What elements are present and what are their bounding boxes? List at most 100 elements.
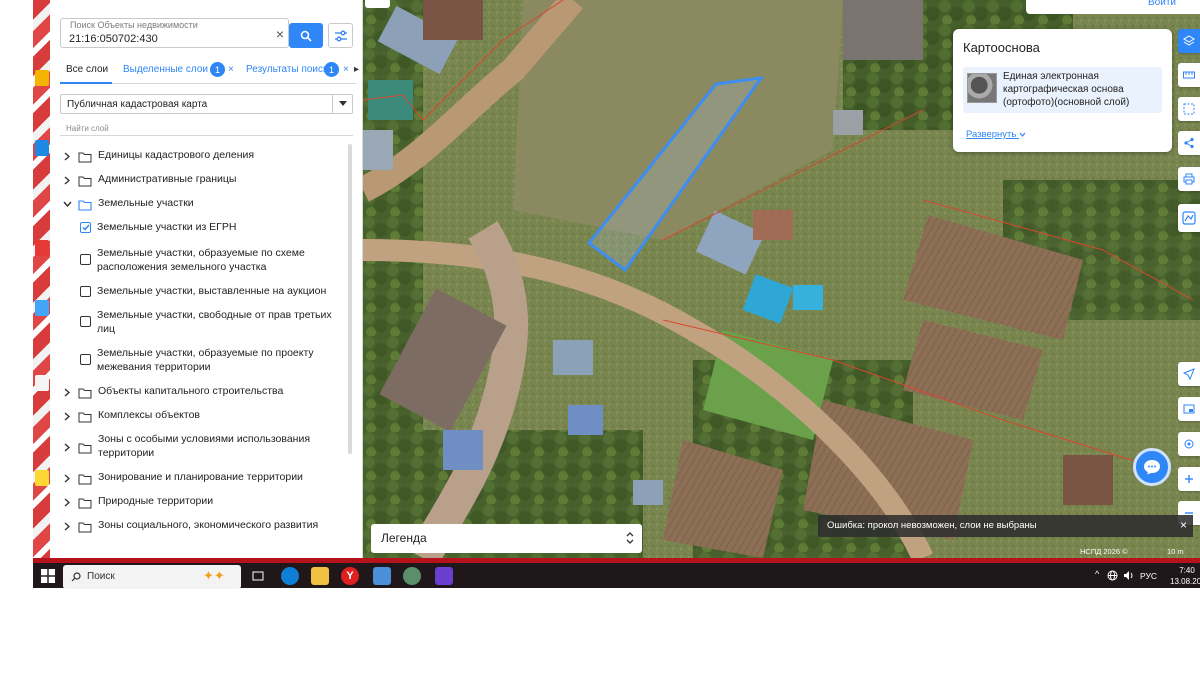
printer-icon: [1183, 173, 1195, 185]
layer-label: Природные территории: [98, 495, 214, 507]
desktop-app-icon[interactable]: [35, 70, 49, 86]
share-tool-button[interactable]: [1178, 131, 1200, 155]
layer-group-zoning[interactable]: Зонирование и планирование территории: [60, 470, 342, 485]
folder-icon: [78, 386, 92, 399]
tab-selected-layers[interactable]: Выделенные слои: [123, 64, 208, 75]
desktop-app-icon[interactable]: [35, 300, 49, 316]
chevron-right-icon[interactable]: [60, 149, 74, 163]
filter-settings-button[interactable]: [328, 23, 353, 48]
layer-land-plots-scheme[interactable]: Земельные участки, образуемые по схеме р…: [60, 246, 342, 274]
sliders-icon: [334, 30, 347, 41]
taskbar-clock[interactable]: 7:40 13.08.2026: [1170, 565, 1200, 587]
close-results-tab-icon[interactable]: ×: [343, 64, 349, 75]
desktop-app-icon[interactable]: [35, 375, 49, 391]
basemap-option-orthophoto[interactable]: Единая электронная картографическая осно…: [963, 67, 1162, 113]
locate-tool-button[interactable]: [1178, 362, 1200, 386]
tab-search-results[interactable]: Результаты поиска: [246, 64, 333, 75]
layer-group-land-plots[interactable]: Земельные участки: [60, 196, 342, 211]
desktop-app-icon[interactable]: [35, 470, 49, 486]
store-icon[interactable]: [373, 567, 391, 585]
layer-group-admin-borders[interactable]: Административные границы: [60, 172, 342, 187]
check-icon: [81, 224, 90, 231]
folder-icon: [78, 520, 92, 533]
folder-icon: [78, 472, 92, 485]
layer-group-natural-areas[interactable]: Природные территории: [60, 494, 342, 509]
layers-tool-button[interactable]: [1178, 29, 1200, 53]
layer-checkbox[interactable]: [80, 316, 91, 327]
taskbar-search[interactable]: Поиск ✦✦: [63, 565, 241, 589]
geolocation-tool-button[interactable]: [1178, 432, 1200, 456]
search-field[interactable]: Поиск Объекты недвижимости ×: [60, 18, 289, 48]
tab-all-layers[interactable]: Все слои: [66, 64, 108, 75]
tabs-scroll-right-icon[interactable]: ▸: [354, 64, 359, 75]
layer-group-cadastral-division[interactable]: Единицы кадастрового деления: [60, 148, 342, 163]
layer-tabs: Все слои Выделенные слои 1 × Результаты …: [60, 60, 359, 84]
select-area-tool-button[interactable]: [1178, 97, 1200, 121]
desktop-app-icon[interactable]: [35, 140, 49, 156]
volume-icon[interactable]: [1123, 570, 1134, 581]
search-results-count-badge: 1: [324, 62, 339, 77]
chevron-right-icon[interactable]: [60, 385, 74, 399]
windows-start-icon[interactable]: [41, 569, 55, 583]
map-type-value: Публичная кадастровая карта: [67, 99, 208, 110]
layer-group-special-use-zones[interactable]: Зоны с особыми условиями использования т…: [60, 432, 342, 460]
clear-search-icon[interactable]: ×: [276, 27, 284, 41]
login-link[interactable]: Войти: [1148, 0, 1176, 8]
layer-group-object-complexes[interactable]: Комплексы объектов: [60, 408, 342, 423]
app-icon[interactable]: [403, 567, 421, 585]
layer-group-capital-construction[interactable]: Объекты капитального строительства: [60, 384, 342, 399]
input-language[interactable]: РУС: [1140, 571, 1157, 581]
error-message: Ошибка: прокол невозможен, слои не выбра…: [827, 520, 1037, 531]
layer-checkbox[interactable]: [80, 354, 91, 365]
network-globe-icon[interactable]: [1107, 570, 1118, 581]
zoom-in-button[interactable]: [1178, 467, 1200, 491]
layer-group-economic-zones[interactable]: Зоны социального, экономического развити…: [60, 518, 342, 533]
navigation-arrow-icon: [1183, 368, 1195, 380]
system-tray[interactable]: ^: [1093, 569, 1137, 583]
layer-land-plots-survey-project[interactable]: Земельные участки, образуемые по проекту…: [60, 346, 342, 374]
chevron-right-icon[interactable]: [60, 409, 74, 423]
edge-browser-icon[interactable]: [281, 567, 299, 585]
chevron-right-icon[interactable]: [60, 440, 74, 454]
basemap-thumbnail: [967, 73, 997, 103]
tray-expand-icon[interactable]: ^: [1095, 569, 1099, 579]
app-icon[interactable]: [435, 567, 453, 585]
layer-tree-scrollbar[interactable]: [348, 144, 352, 454]
print-tool-button[interactable]: [1178, 167, 1200, 191]
chevron-right-icon[interactable]: [60, 471, 74, 485]
chevron-right-icon[interactable]: [60, 173, 74, 187]
layer-checkbox[interactable]: [80, 254, 91, 265]
legend-dropdown[interactable]: Легенда: [371, 524, 642, 553]
search-icon: [300, 30, 312, 42]
yandex-browser-icon[interactable]: Y: [341, 567, 359, 585]
layer-label: Единицы кадастрового деления: [98, 149, 255, 161]
map-control-stub[interactable]: [365, 0, 390, 8]
close-error-icon[interactable]: ×: [1180, 518, 1187, 532]
chevron-right-icon[interactable]: [60, 519, 74, 533]
layer-checkbox-checked[interactable]: [80, 222, 91, 233]
task-view-icon[interactable]: [249, 567, 267, 585]
chevron-down-icon[interactable]: [60, 197, 74, 211]
layer-land-plots-free[interactable]: Земельные участки, свободные от прав тре…: [60, 308, 342, 336]
layers-icon: [1183, 35, 1195, 46]
chat-support-button[interactable]: [1133, 448, 1171, 486]
minimap-icon: [1183, 404, 1195, 414]
desktop-app-icon[interactable]: [35, 240, 49, 256]
layer-land-plots-egrn[interactable]: Земельные участки из ЕГРН: [60, 220, 342, 234]
ruler-tool-button[interactable]: [1178, 63, 1200, 87]
map-type-select[interactable]: Публичная кадастровая карта: [60, 94, 353, 114]
minimap-tool-button[interactable]: [1178, 397, 1200, 421]
file-explorer-icon[interactable]: [311, 567, 329, 585]
search-input[interactable]: [69, 31, 259, 46]
layer-land-plots-auction[interactable]: Земельные участки, выставленные на аукци…: [60, 284, 342, 298]
chevron-right-icon[interactable]: [60, 495, 74, 509]
layers-panel: Поиск Объекты недвижимости × Все слои Вы…: [50, 0, 363, 558]
folder-icon: [78, 174, 92, 187]
layer-checkbox[interactable]: [80, 286, 91, 297]
up-down-chevron-icon: [626, 530, 634, 551]
expand-basemaps-link[interactable]: Развернуть: [966, 129, 1026, 140]
search-button[interactable]: [289, 23, 323, 48]
find-layer-input[interactable]: Найти слой: [60, 122, 353, 136]
close-selected-tab-icon[interactable]: ×: [228, 64, 234, 75]
map-app-tool-button[interactable]: [1178, 204, 1200, 232]
